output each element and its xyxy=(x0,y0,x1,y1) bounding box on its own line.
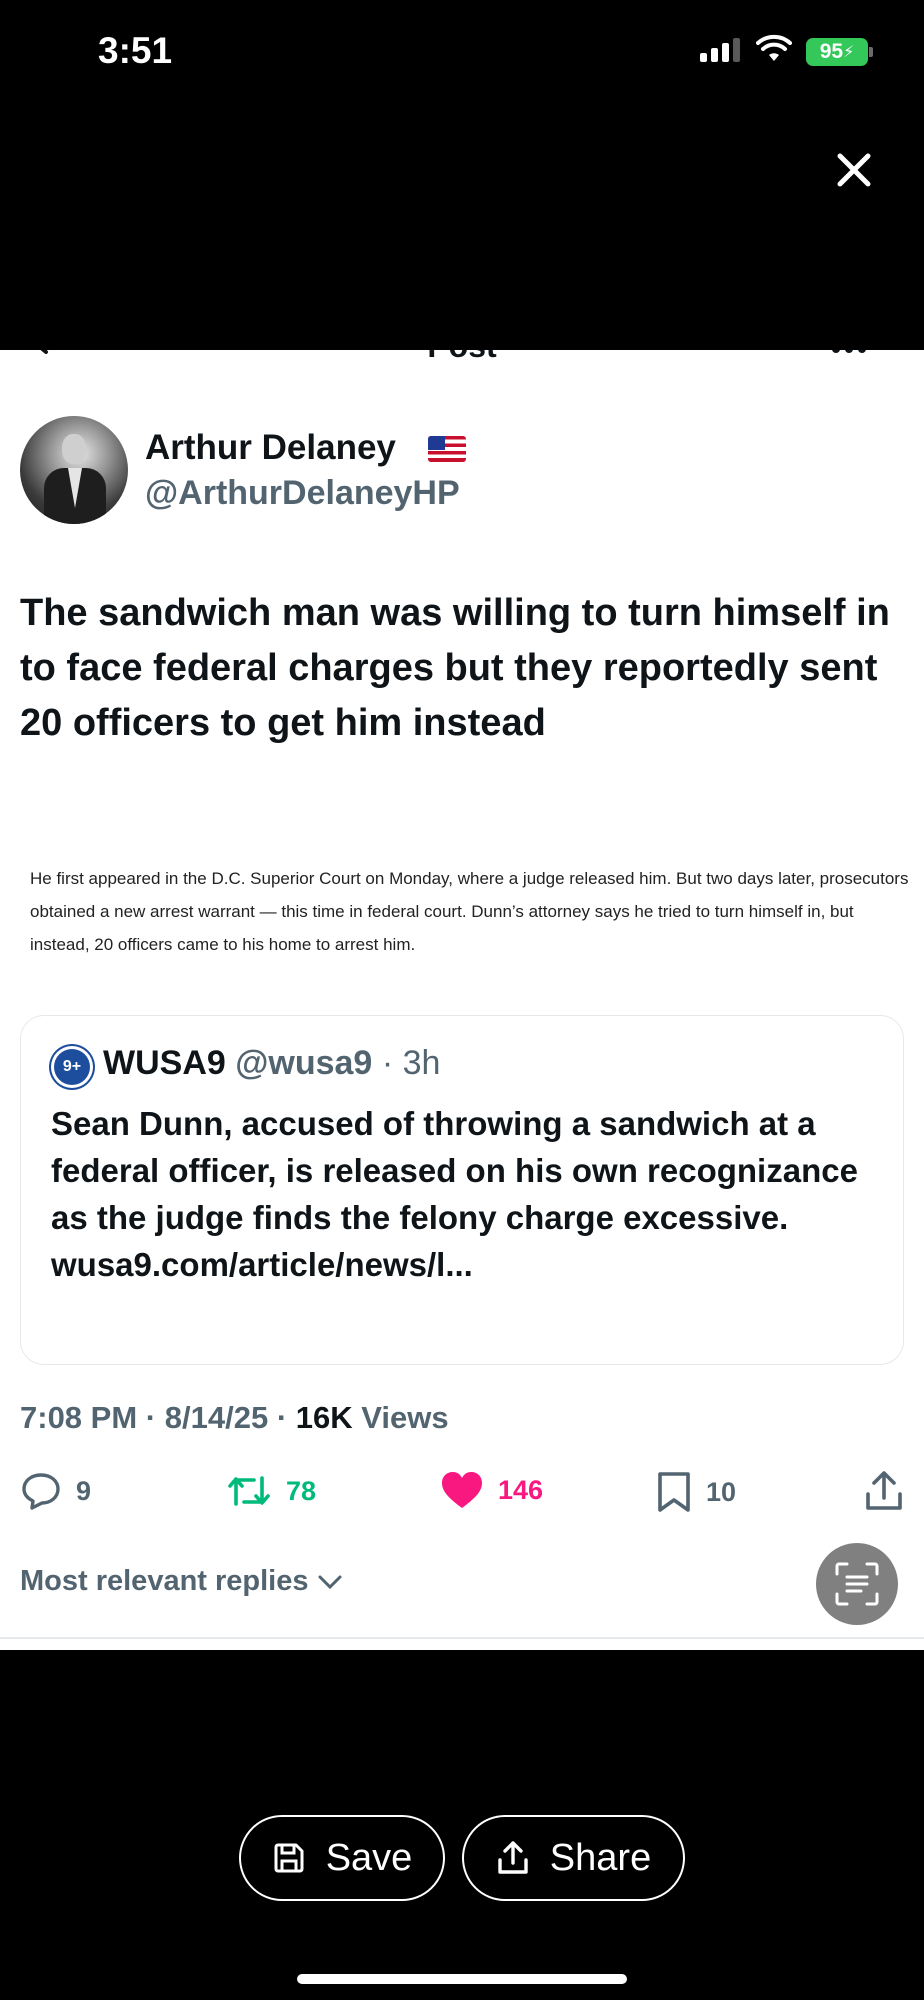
reply-icon xyxy=(22,1473,60,1510)
author-name[interactable]: Arthur Delaney xyxy=(145,428,396,468)
save-icon xyxy=(274,1843,304,1873)
us-flag-icon xyxy=(428,436,466,462)
reply-button[interactable]: 9 xyxy=(20,1470,91,1512)
repost-icon xyxy=(228,1476,270,1506)
action-bar: 9 78 146 10 xyxy=(0,1470,924,1530)
post-date: 8/14/25 xyxy=(164,1400,269,1435)
divider xyxy=(0,1637,924,1639)
more-icon[interactable] xyxy=(832,350,866,353)
share-icon xyxy=(866,1471,902,1510)
share-post-button[interactable] xyxy=(864,1470,904,1512)
bookmark-count: 10 xyxy=(706,1476,737,1507)
share-label: Share xyxy=(549,1836,652,1879)
reply-count: 9 xyxy=(76,1475,92,1506)
home-indicator[interactable] xyxy=(297,1974,627,1984)
avatar[interactable] xyxy=(20,416,128,524)
battery-indicator: 95 ⚡ xyxy=(806,38,868,66)
save-label: Save xyxy=(325,1836,413,1879)
battery-level: 95 xyxy=(819,40,844,63)
close-icon[interactable] xyxy=(832,148,876,192)
post-card: Post Arthur Delaney @ArthurDelaneyHP The… xyxy=(0,350,924,1650)
repost-count: 78 xyxy=(286,1475,317,1506)
quoted-author-handle: @wusa9 xyxy=(235,1044,373,1082)
replies-sort-label: Most relevant replies xyxy=(20,1565,309,1597)
post-time: 7:08 PM xyxy=(20,1400,138,1435)
wifi-icon xyxy=(756,34,792,61)
bookmark-icon xyxy=(658,1472,690,1512)
quoted-post-time: · 3h xyxy=(381,1044,441,1082)
share-button[interactable]: Share xyxy=(462,1815,685,1901)
heart-icon xyxy=(442,1472,482,1508)
quoted-author-name: WUSA9 xyxy=(103,1044,226,1082)
quoted-post[interactable]: 9+ WUSA9 @wusa9 · 3h Sean Dunn, accused … xyxy=(20,1015,904,1365)
like-count: 146 xyxy=(498,1474,544,1505)
quoted-post-header: WUSA9 @wusa9 · 3h xyxy=(103,1044,440,1083)
chevron-down-icon xyxy=(318,1575,341,1589)
back-arrow-icon[interactable] xyxy=(30,350,74,358)
share-upload-icon xyxy=(498,1841,528,1874)
post-image-excerpt[interactable]: He first appeared in the D.C. Superior C… xyxy=(30,862,910,961)
views-count: 16K xyxy=(295,1400,353,1435)
author-handle[interactable]: @ArthurDelaneyHP xyxy=(145,474,460,513)
post-header-title: Post xyxy=(0,350,924,365)
battery-tip xyxy=(869,47,873,57)
post-text: The sandwich man was willing to turn him… xyxy=(20,592,890,744)
views-label[interactable]: Views xyxy=(361,1400,448,1435)
like-button[interactable]: 146 xyxy=(440,1470,543,1510)
meta-separator: · xyxy=(276,1400,288,1435)
grok-icon xyxy=(835,1562,879,1606)
wusa9-logo: 9+ xyxy=(51,1046,93,1088)
meta-separator: · xyxy=(145,1400,157,1435)
grok-button[interactable] xyxy=(816,1543,898,1625)
bookmark-button[interactable]: 10 xyxy=(656,1470,736,1514)
quoted-post-text: Sean Dunn, accused of throwing a sandwic… xyxy=(51,1105,858,1283)
signal-icon xyxy=(700,38,740,62)
post-meta: 7:08 PM · 8/14/25 · 16K Views xyxy=(20,1400,449,1436)
save-button[interactable]: Save xyxy=(239,1815,445,1901)
repost-button[interactable]: 78 xyxy=(226,1470,316,1512)
replies-sort-dropdown[interactable]: Most relevant replies xyxy=(20,1565,343,1598)
status-time: 3:51 xyxy=(98,30,173,71)
